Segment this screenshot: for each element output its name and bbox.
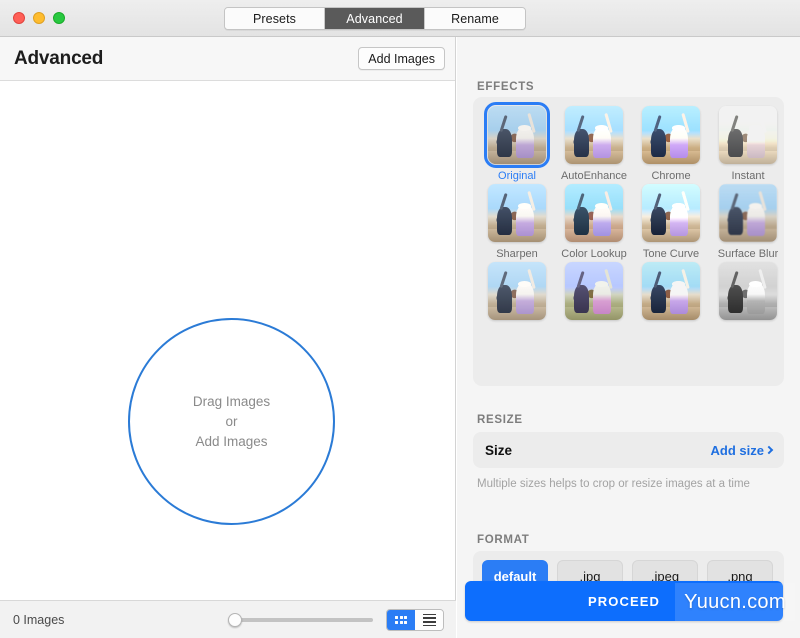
list-view-icon	[422, 613, 436, 627]
effect-item[interactable]: Original	[482, 102, 552, 182]
effect-label: Instant	[731, 170, 765, 182]
effect-label: AutoEnhance	[560, 170, 628, 182]
traffic-lights	[13, 12, 65, 24]
effect-preview-image	[565, 184, 623, 242]
effect-item[interactable]	[559, 262, 629, 320]
add-images-button[interactable]: Add Images	[358, 47, 445, 70]
right-panel: EFFECTS Original AutoEnhance Chrome Instant…	[457, 37, 800, 638]
effect-preview-image	[565, 262, 623, 320]
mode-tabs: Presets Advanced Rename	[224, 7, 526, 30]
effect-item[interactable]: Surface Blur	[713, 184, 783, 260]
grid-view-icon	[395, 616, 407, 624]
tab-presets[interactable]: Presets	[225, 8, 325, 29]
effect-thumbnail[interactable]	[719, 106, 777, 164]
watermark: Yuucn.com	[675, 583, 795, 621]
effect-item[interactable]	[482, 262, 552, 320]
effect-preview-image	[488, 106, 546, 164]
minimize-window-icon[interactable]	[33, 12, 45, 24]
effects-card: Original AutoEnhance Chrome Instant Sharpen C…	[473, 97, 784, 386]
effect-label: Color Lookup	[561, 248, 627, 260]
effects-grid: Original AutoEnhance Chrome Instant Sharpen C…	[482, 102, 783, 320]
effect-preview-image	[719, 262, 777, 320]
grid-view-button[interactable]	[387, 610, 415, 630]
effect-preview-image	[642, 106, 700, 164]
drop-circle[interactable]: Drag Images or Add Images	[128, 318, 335, 525]
effect-thumbnail[interactable]	[642, 184, 700, 242]
effect-thumbnail[interactable]	[642, 106, 700, 164]
app-window: Presets Advanced Rename Advanced Add Ima…	[0, 0, 800, 638]
effect-label: Sharpen	[496, 248, 538, 260]
effect-preview-image	[642, 184, 700, 242]
dropzone-line-1: Drag Images	[192, 394, 271, 409]
view-mode-toggle	[386, 609, 444, 631]
chevron-right-icon	[764, 445, 774, 455]
maximize-window-icon[interactable]	[53, 12, 65, 24]
effect-item[interactable]	[713, 262, 783, 320]
effect-preview-image	[719, 184, 777, 242]
images-count-label: 0 Images	[13, 613, 65, 627]
status-bar: 0 Images	[0, 600, 456, 638]
thumbnail-size-slider[interactable]	[228, 613, 373, 627]
left-panel-header: Advanced Add Images	[0, 37, 455, 81]
size-label: Size	[485, 442, 513, 458]
effect-preview-image	[719, 106, 777, 164]
effect-thumbnail[interactable]	[565, 184, 623, 242]
effects-section-title: EFFECTS	[477, 81, 535, 93]
add-size-button[interactable]: Add size	[710, 442, 774, 458]
dropzone-area[interactable]: Drag Images or Add Images	[0, 82, 455, 637]
effect-thumbnail[interactable]	[642, 262, 700, 320]
effect-item[interactable]: Tone Curve	[636, 184, 706, 260]
effect-thumbnail[interactable]	[565, 106, 623, 164]
tab-rename[interactable]: Rename	[425, 8, 525, 29]
tab-advanced[interactable]: Advanced	[325, 8, 425, 29]
slider-track[interactable]	[234, 618, 373, 622]
effect-item[interactable]	[636, 262, 706, 320]
left-panel: Advanced Add Images Drag Images or Add I…	[0, 37, 456, 638]
add-size-label: Add size	[710, 442, 764, 458]
effect-item[interactable]: Color Lookup	[559, 184, 629, 260]
effect-item[interactable]: Chrome	[636, 106, 706, 182]
effect-thumbnail[interactable]	[488, 184, 546, 242]
effect-thumbnail[interactable]	[565, 262, 623, 320]
effect-thumbnail[interactable]	[484, 102, 550, 168]
slider-knob[interactable]	[228, 613, 242, 627]
format-section-title: FORMAT	[477, 534, 530, 546]
effect-thumbnail[interactable]	[719, 184, 777, 242]
effect-preview-image	[488, 262, 546, 320]
effect-label: Surface Blur	[717, 248, 779, 260]
effect-preview-image	[565, 106, 623, 164]
effect-thumbnail[interactable]	[488, 262, 546, 320]
title-bar: Presets Advanced Rename	[0, 0, 800, 37]
effect-item[interactable]: Instant	[713, 106, 783, 182]
effect-label: Original	[498, 170, 536, 182]
effect-label: Chrome	[651, 170, 691, 182]
resize-hint: Multiple sizes helps to crop or resize i…	[477, 478, 750, 490]
effect-item[interactable]: AutoEnhance	[559, 106, 629, 182]
page-title: Advanced	[14, 48, 104, 69]
close-window-icon[interactable]	[13, 12, 25, 24]
effect-preview-image	[642, 262, 700, 320]
effect-preview-image	[488, 184, 546, 242]
effect-thumbnail[interactable]	[719, 262, 777, 320]
effect-label: Tone Curve	[642, 248, 700, 260]
effect-item[interactable]: Sharpen	[482, 184, 552, 260]
resize-section-title: RESIZE	[477, 414, 523, 426]
size-row: Size Add size	[473, 432, 784, 468]
list-view-button[interactable]	[415, 610, 443, 630]
dropzone-line-2: or	[225, 414, 238, 429]
dropzone-line-3: Add Images	[195, 434, 268, 449]
